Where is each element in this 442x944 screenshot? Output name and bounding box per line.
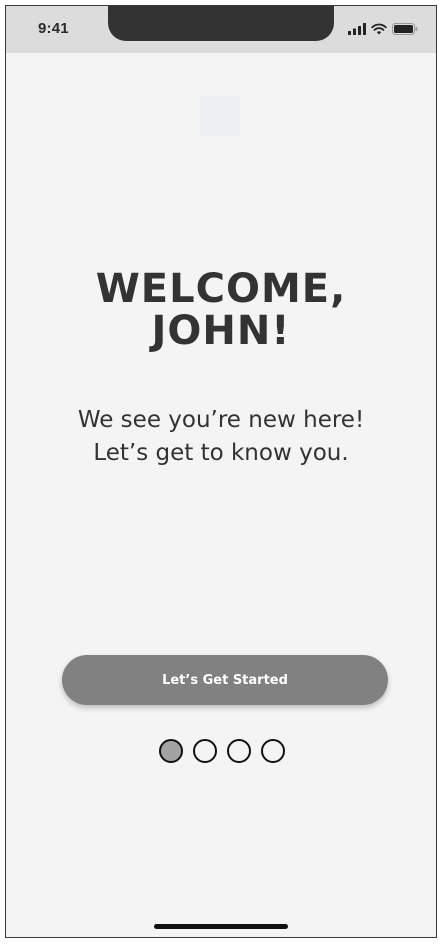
phone-screen: 9:41 WELCOME, JOHN! We see you’re new he… — [5, 5, 437, 938]
app-logo-placeholder — [200, 96, 240, 136]
device-notch — [108, 6, 334, 41]
page-indicator — [159, 739, 285, 763]
home-indicator[interactable] — [154, 924, 288, 929]
subtitle-line-1: We see you’re new here! — [77, 407, 365, 433]
page-dot-3[interactable] — [227, 739, 251, 763]
cellular-signal-icon — [348, 23, 366, 35]
subtitle-line-2: Let’s get to know you. — [93, 440, 349, 466]
welcome-line-1: WELCOME, — [95, 266, 347, 312]
page-dot-2[interactable] — [193, 739, 217, 763]
wifi-icon — [371, 23, 387, 35]
status-icons — [348, 22, 418, 36]
battery-icon — [392, 23, 418, 35]
status-bar: 9:41 — [6, 6, 436, 53]
get-started-button[interactable]: Let’s Get Started — [62, 655, 388, 705]
welcome-line-2: JOHN! — [151, 308, 291, 354]
page-dot-4[interactable] — [261, 739, 285, 763]
welcome-heading: WELCOME, JOHN! — [6, 268, 436, 352]
welcome-subtitle: We see you’re new here! Let’s get to kno… — [6, 404, 436, 470]
status-time: 9:41 — [38, 20, 69, 37]
page-dot-1[interactable] — [159, 739, 183, 763]
